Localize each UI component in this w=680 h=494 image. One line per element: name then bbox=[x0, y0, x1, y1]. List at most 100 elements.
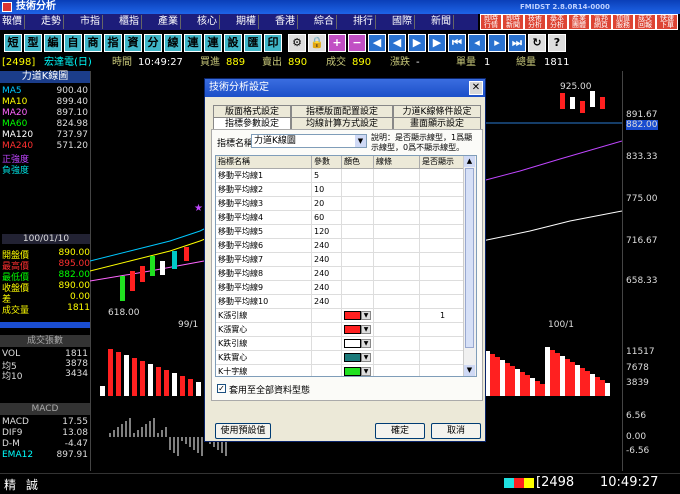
menu-item[interactable]: 期權 bbox=[234, 15, 259, 29]
row-show[interactable] bbox=[420, 365, 464, 376]
row-show[interactable] bbox=[420, 267, 464, 281]
color-swatch[interactable] bbox=[344, 353, 361, 362]
row-show[interactable] bbox=[420, 295, 464, 309]
toolbar-button[interactable]: 短 bbox=[4, 34, 22, 52]
apply-all-checkbox[interactable]: ✓ bbox=[217, 384, 226, 393]
quick-button[interactable]: 加值服務 bbox=[612, 14, 634, 30]
toolbar-button[interactable]: 連 bbox=[204, 34, 222, 52]
right-icon[interactable]: ▸ bbox=[488, 34, 506, 52]
row-show[interactable] bbox=[420, 337, 464, 351]
ok-button[interactable]: 確定 bbox=[375, 423, 425, 439]
row-show[interactable] bbox=[420, 351, 464, 365]
prev-icon[interactable]: ◀ bbox=[388, 34, 406, 52]
table-row[interactable]: 移動平均線2 10 bbox=[216, 183, 464, 197]
menu-item[interactable]: 市指 bbox=[78, 15, 103, 29]
row-param[interactable]: 10 bbox=[312, 183, 342, 197]
toolbar-button[interactable]: 型 bbox=[24, 34, 42, 52]
row-param[interactable]: 240 bbox=[312, 239, 342, 253]
toolbar-button[interactable]: 匯 bbox=[244, 34, 262, 52]
table-row[interactable]: K十字線 ▼ bbox=[216, 365, 464, 376]
row-show[interactable] bbox=[420, 169, 464, 183]
color-swatch[interactable] bbox=[344, 325, 361, 334]
toolbar-button[interactable]: 商 bbox=[84, 34, 102, 52]
row-show[interactable] bbox=[420, 281, 464, 295]
gear-icon[interactable]: ⚙ bbox=[288, 34, 306, 52]
minus-icon[interactable]: − bbox=[348, 34, 366, 52]
table-row[interactable]: K漲引線 ▼ 1 bbox=[216, 309, 464, 323]
menu-item[interactable]: 國際 bbox=[390, 15, 415, 29]
scroll-up-icon[interactable]: ▲ bbox=[464, 156, 475, 167]
row-param[interactable] bbox=[312, 323, 342, 337]
chevron-down-icon[interactable]: ▼ bbox=[361, 367, 371, 376]
scroll-bar[interactable] bbox=[0, 322, 90, 328]
quick-button[interactable]: 成交回報 bbox=[634, 14, 656, 30]
table-row[interactable]: K跌實心 ▼ bbox=[216, 351, 464, 365]
last-icon[interactable]: ⏭ bbox=[508, 34, 526, 52]
row-show[interactable] bbox=[420, 239, 464, 253]
row-show[interactable] bbox=[420, 211, 464, 225]
scroll-thumb[interactable] bbox=[465, 168, 474, 348]
first-icon[interactable]: ⏮ bbox=[448, 34, 466, 52]
chevron-down-icon[interactable]: ▼ bbox=[361, 353, 371, 362]
row-param[interactable] bbox=[312, 337, 342, 351]
table-row[interactable]: 移動平均線3 20 bbox=[216, 197, 464, 211]
quick-button[interactable]: 基本分析 bbox=[546, 14, 568, 30]
table-row[interactable]: 移動平均線5 120 bbox=[216, 225, 464, 239]
row-param[interactable] bbox=[312, 309, 342, 323]
row-param[interactable]: 20 bbox=[312, 197, 342, 211]
menu-item[interactable]: 報價 bbox=[0, 15, 25, 29]
table-row[interactable]: 移動平均線4 60 bbox=[216, 211, 464, 225]
table-row[interactable]: 移動平均線6 240 bbox=[216, 239, 464, 253]
toolbar-button[interactable]: 指 bbox=[104, 34, 122, 52]
toolbar-button[interactable]: 印 bbox=[264, 34, 282, 52]
use-default-button[interactable]: 使用預設值 bbox=[215, 423, 271, 439]
row-show[interactable] bbox=[420, 197, 464, 211]
chevron-down-icon[interactable]: ▼ bbox=[361, 311, 371, 320]
row-param[interactable]: 5 bbox=[312, 169, 342, 183]
toolbar-button[interactable]: 設 bbox=[224, 34, 242, 52]
tab-kline-condition[interactable]: 力道K線條件設定 bbox=[393, 105, 481, 117]
menu-item[interactable]: 香港 bbox=[273, 15, 298, 29]
menu-item[interactable]: 綜合 bbox=[312, 15, 337, 29]
row-param[interactable] bbox=[312, 365, 342, 376]
chevron-down-icon[interactable]: ▼ bbox=[361, 339, 371, 348]
quick-button[interactable]: 產業團體 bbox=[568, 14, 590, 30]
left-icon[interactable]: ◂ bbox=[468, 34, 486, 52]
toolbar-button[interactable]: 自 bbox=[64, 34, 82, 52]
row-show[interactable] bbox=[420, 253, 464, 267]
close-icon[interactable]: ✕ bbox=[469, 81, 483, 95]
color-swatch[interactable] bbox=[344, 339, 361, 348]
menu-item[interactable]: 產業 bbox=[156, 15, 181, 29]
menu-item[interactable]: 排行 bbox=[351, 15, 376, 29]
chevron-down-icon[interactable]: ▼ bbox=[361, 325, 371, 334]
table-row[interactable]: 移動平均線10 240 bbox=[216, 295, 464, 309]
row-param[interactable]: 240 bbox=[312, 267, 342, 281]
menu-item[interactable]: 核心 bbox=[195, 15, 220, 29]
quick-button[interactable]: 技術分析 bbox=[524, 14, 546, 30]
scroll-down-icon[interactable]: ▼ bbox=[464, 365, 475, 376]
row-param[interactable]: 240 bbox=[312, 281, 342, 295]
row-param[interactable]: 120 bbox=[312, 225, 342, 239]
menu-item[interactable]: 新聞 bbox=[429, 15, 454, 29]
tab-ma-calc[interactable]: 均線計算方式設定 bbox=[291, 117, 393, 129]
color-swatch[interactable] bbox=[344, 367, 361, 376]
row-show[interactable] bbox=[420, 183, 464, 197]
lock-icon[interactable]: 🔒 bbox=[308, 34, 326, 52]
tab-indicator-params[interactable]: 指標參數設定 bbox=[213, 117, 291, 129]
table-row[interactable]: 移動平均線7 240 bbox=[216, 253, 464, 267]
toolbar-button[interactable]: 連 bbox=[184, 34, 202, 52]
tab-layout-format[interactable]: 版面格式設定 bbox=[213, 105, 291, 117]
refresh-icon[interactable]: ↻ bbox=[528, 34, 546, 52]
table-row[interactable]: 移動平均線1 5 bbox=[216, 169, 464, 183]
tab-indicator-layout[interactable]: 指標版面配置設定 bbox=[291, 105, 393, 117]
table-row[interactable]: K跌引線 ▼ bbox=[216, 337, 464, 351]
quick-button[interactable]: 即時新聞 bbox=[502, 14, 524, 30]
quick-button[interactable]: 快速下單 bbox=[656, 14, 678, 30]
table-row[interactable]: K漲實心 ▼ bbox=[216, 323, 464, 337]
table-row[interactable]: 移動平均線8 240 bbox=[216, 267, 464, 281]
quick-button[interactable]: 即時行情 bbox=[480, 14, 502, 30]
prev-icon[interactable]: ◀ bbox=[368, 34, 386, 52]
row-show[interactable] bbox=[420, 323, 464, 337]
tab-display[interactable]: 畫面顯示設定 bbox=[393, 117, 481, 129]
indicator-select[interactable]: 力道K線圖 ▼ bbox=[251, 134, 367, 148]
